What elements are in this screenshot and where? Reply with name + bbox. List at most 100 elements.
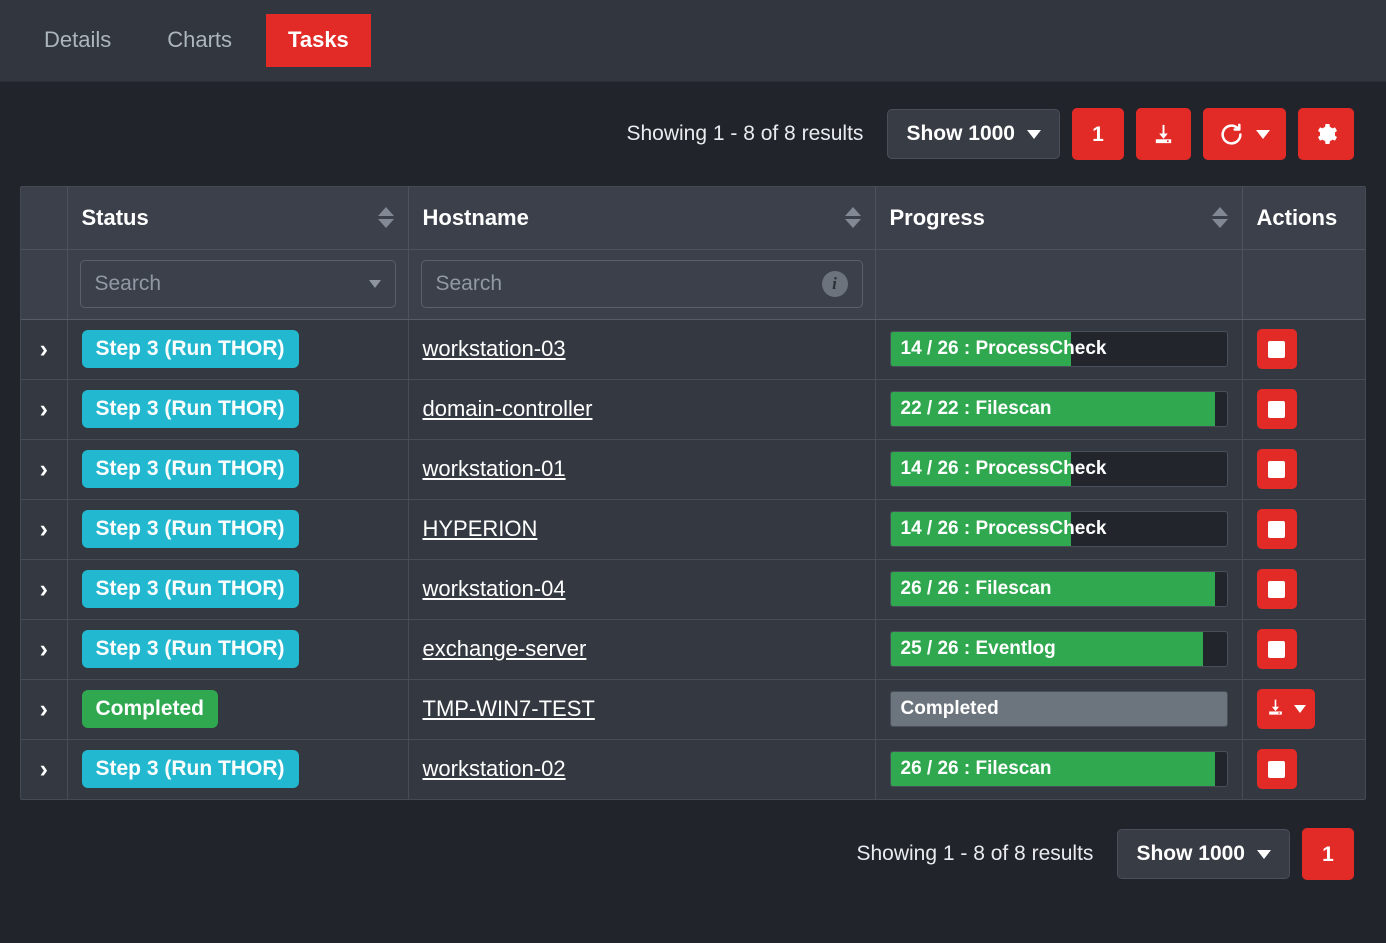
row-expander-button[interactable]: › <box>21 499 67 559</box>
row-download-button[interactable] <box>1257 689 1315 729</box>
table-row[interactable]: › Step 3 (Run THOR) workstation-01 14 / 26 … <box>21 439 1365 499</box>
hostname-link[interactable]: workstation-02 <box>423 756 566 781</box>
download-icon <box>1266 698 1285 720</box>
progress-bar: 26 / 26 : Filescan <box>890 571 1228 607</box>
table-row[interactable]: › Completed TMP-WIN7-TEST Completed <box>21 679 1365 739</box>
info-icon[interactable]: i <box>822 271 848 297</box>
cell-hostname: exchange-server <box>408 619 875 679</box>
row-stop-button[interactable] <box>1257 569 1297 609</box>
cell-status: Step 3 (Run THOR) <box>67 499 408 559</box>
cell-hostname: workstation-01 <box>408 439 875 499</box>
progress-bar-label: 26 / 26 : Filescan <box>901 572 1052 606</box>
cell-status: Step 3 (Run THOR) <box>67 619 408 679</box>
table-head: Status Hostname Progress <box>21 187 1365 249</box>
cell-status: Completed <box>67 679 408 739</box>
row-stop-button[interactable] <box>1257 389 1297 429</box>
progress-bar: 25 / 26 : Eventlog <box>890 631 1228 667</box>
sort-icon[interactable] <box>845 207 861 228</box>
hostname-filter-input[interactable]: Search i <box>421 260 863 308</box>
cell-actions <box>1242 559 1365 619</box>
tab-details[interactable]: Details <box>22 14 133 67</box>
chevron-right-icon: › <box>40 757 48 782</box>
column-header-hostname[interactable]: Hostname <box>408 187 875 249</box>
hostname-link[interactable]: workstation-03 <box>423 336 566 361</box>
column-header-status[interactable]: Status <box>67 187 408 249</box>
hostname-filter-placeholder: Search <box>436 272 822 296</box>
sort-icon[interactable] <box>378 207 394 228</box>
pagination-page-1-top[interactable]: 1 <box>1072 108 1124 160</box>
table-row[interactable]: › Step 3 (Run THOR) HYPERION 14 / 26 : Proc… <box>21 499 1365 559</box>
row-stop-button[interactable] <box>1257 509 1297 549</box>
status-badge: Completed <box>82 690 219 728</box>
cell-hostname: domain-controller <box>408 379 875 439</box>
progress-bar: 14 / 26 : ProcessCheck <box>890 451 1228 487</box>
progress-bar: 14 / 26 : ProcessCheck <box>890 331 1228 367</box>
header-row: Status Hostname Progress <box>21 187 1365 249</box>
table-row[interactable]: › Step 3 (Run THOR) workstation-02 26 / 26 … <box>21 739 1365 799</box>
cell-status: Step 3 (Run THOR) <box>67 739 408 799</box>
row-stop-button[interactable] <box>1257 629 1297 669</box>
row-stop-button[interactable] <box>1257 749 1297 789</box>
progress-bar: Completed <box>890 691 1228 727</box>
filter-cell-expander <box>21 249 67 319</box>
column-header-progress[interactable]: Progress <box>875 187 1242 249</box>
row-expander-button[interactable]: › <box>21 619 67 679</box>
table-row[interactable]: › Step 3 (Run THOR) domain-controller 22 / … <box>21 379 1365 439</box>
refresh-button[interactable] <box>1203 108 1286 160</box>
chevron-right-icon: › <box>40 577 48 602</box>
row-expander-button[interactable]: › <box>21 379 67 439</box>
hostname-link[interactable]: HYPERION <box>423 516 538 541</box>
filter-cell-hostname: Search i <box>408 249 875 319</box>
hostname-link[interactable]: workstation-01 <box>423 456 566 481</box>
cell-hostname: workstation-04 <box>408 559 875 619</box>
table-row[interactable]: ›Step 3 (Run THOR) exchange-server 25 / 26… <box>21 619 1365 679</box>
progress-bar-label: 25 / 26 : Eventlog <box>901 632 1056 666</box>
cell-actions <box>1242 499 1365 559</box>
column-header-actions-label: Actions <box>1257 205 1338 231</box>
status-badge: Step 3 (Run THOR) <box>82 510 299 548</box>
cell-status: Step 3 (Run THOR) <box>67 559 408 619</box>
progress-bar-label: 14 / 26 : ProcessCheck <box>901 332 1107 366</box>
status-badge: Step 3 (Run THOR) <box>82 390 299 428</box>
progress-bar: 26 / 26 : Filescan <box>890 751 1228 787</box>
chevron-right-icon: › <box>40 517 48 542</box>
pagination-page-1-bottom[interactable]: 1 <box>1302 828 1354 880</box>
table-row[interactable]: › Step 3 (Run THOR) workstation-04 26 / 26 … <box>21 559 1365 619</box>
status-filter-select[interactable]: Search <box>80 260 396 308</box>
row-expander-button[interactable]: › <box>21 679 67 739</box>
row-expander-button[interactable]: › <box>21 559 67 619</box>
table-row[interactable]: › Step 3 (Run THOR) workstation-03 14 / 26 … <box>21 319 1365 379</box>
results-count-top: Showing 1 - 8 of 8 results <box>626 122 863 146</box>
row-stop-button[interactable] <box>1257 449 1297 489</box>
hostname-link[interactable]: domain-controller <box>423 396 593 421</box>
progress-bar: 22 / 22 : Filescan <box>890 391 1228 427</box>
download-button-top[interactable] <box>1136 108 1191 160</box>
status-badge: Step 3 (Run THOR) <box>82 450 299 488</box>
progress-bar-label: 26 / 26 : Filescan <box>901 752 1052 786</box>
row-expander-button[interactable]: › <box>21 439 67 499</box>
row-expander-button[interactable]: › <box>21 739 67 799</box>
page-size-select-top[interactable]: Show 1000 <box>887 109 1060 159</box>
chevron-down-icon <box>1256 130 1270 139</box>
column-header-expander <box>21 187 67 249</box>
stop-icon <box>1268 761 1285 778</box>
stop-icon <box>1268 401 1285 418</box>
cell-progress: 22 / 22 : Filescan <box>875 379 1242 439</box>
stop-icon <box>1268 521 1285 538</box>
row-expander-button[interactable]: › <box>21 319 67 379</box>
page-size-select-bottom[interactable]: Show 1000 <box>1117 829 1290 879</box>
cell-status: Step 3 (Run THOR) <box>67 319 408 379</box>
hostname-link[interactable]: TMP-WIN7-TEST <box>423 696 595 721</box>
settings-button[interactable] <box>1298 108 1354 160</box>
cell-progress: 14 / 26 : ProcessCheck <box>875 499 1242 559</box>
hostname-link[interactable]: workstation-04 <box>423 576 566 601</box>
sort-icon[interactable] <box>1212 207 1228 228</box>
cell-actions <box>1242 739 1365 799</box>
chevron-right-icon: › <box>40 337 48 362</box>
tab-tasks[interactable]: Tasks <box>266 14 371 67</box>
row-stop-button[interactable] <box>1257 329 1297 369</box>
tab-charts[interactable]: Charts <box>145 14 254 67</box>
column-header-progress-label: Progress <box>890 205 985 231</box>
hostname-link[interactable]: exchange-server <box>423 636 587 661</box>
progress-bar-label: 14 / 26 : ProcessCheck <box>901 452 1107 486</box>
